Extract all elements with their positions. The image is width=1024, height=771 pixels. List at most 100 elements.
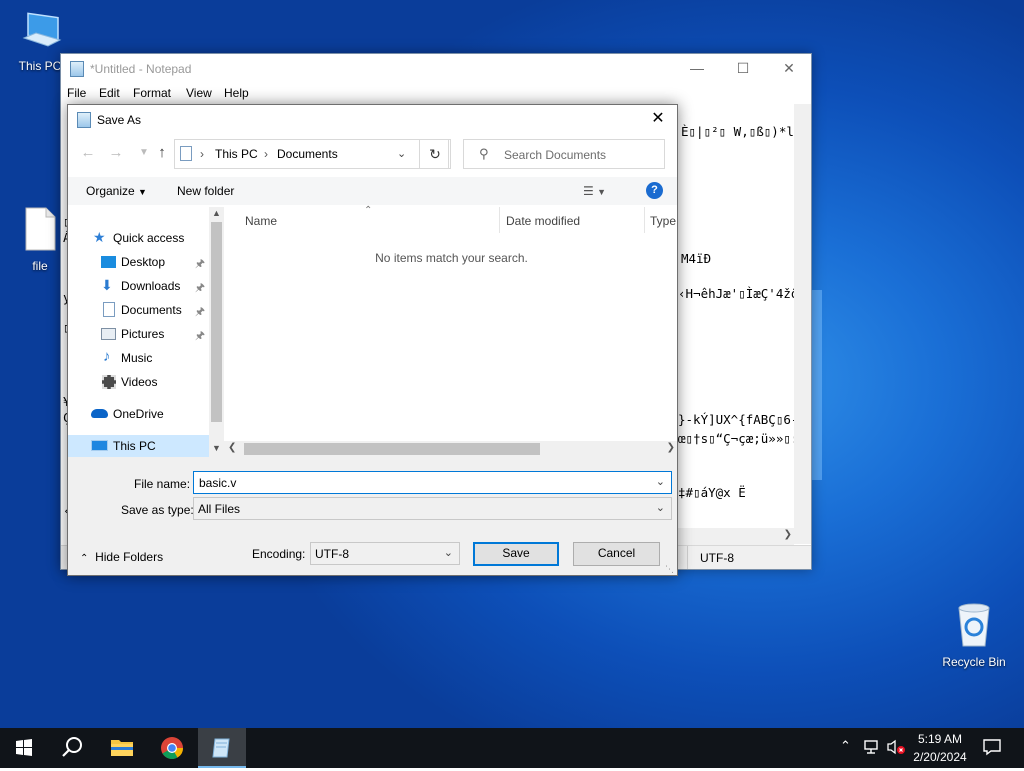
menu-view[interactable]: View [186,86,212,100]
file-list[interactable]: Name ⌃ Date modified Type No items match… [224,205,677,457]
up-arrow-icon[interactable]: ↑ [152,144,172,164]
cancel-button[interactable]: Cancel [573,542,660,566]
sort-ascending-icon: ⌃ [364,205,373,216]
clock-time[interactable]: 5:19 AM [912,732,968,746]
start-button[interactable] [0,728,48,768]
breadcrumb-documents[interactable]: Documents [277,147,338,161]
menu-help[interactable]: Help [224,86,249,100]
dialog-title-bar[interactable]: Save As ✕ [68,105,677,133]
nav-item-this-pc[interactable]: This PC [68,435,209,457]
search-icon [62,737,82,757]
column-type[interactable]: Type [650,214,676,228]
search-box[interactable]: ⚲ Search Documents [463,139,665,169]
desktop-icon-recycle-bin[interactable]: Recycle Bin [936,600,1012,669]
menu-file[interactable]: File [67,86,86,100]
save-as-dialog[interactable]: Save As ✕ ← → ▼ ↑ › This PC › Documents … [67,104,678,576]
breadcrumb-this-pc[interactable]: This PC [215,147,258,161]
taskbar: ⌃ 5:19 AM 2/20/2024 [0,728,1024,768]
nav-item-label: OneDrive [113,407,164,421]
column-header-row: Name ⌃ Date modified Type [224,205,677,233]
network-icon[interactable] [862,739,880,758]
notepad-icon [212,738,230,758]
navigation-row: ← → ▼ ↑ › This PC › Documents ⌄ ↻ ⚲ Sear… [68,139,677,169]
file-name-field[interactable]: basic.v ⌄ [193,471,672,494]
nav-item-downloads[interactable]: ⬇ Downloads 🖈 [68,275,209,297]
chevron-down-icon[interactable]: ⌄ [397,147,406,160]
menu-format[interactable]: Format [133,86,171,100]
refresh-button[interactable]: ↻ [419,139,451,169]
organize-button[interactable]: Organize ▼ [86,184,147,198]
hide-folders-button[interactable]: ⌃ Hide Folders [80,550,163,564]
column-date-modified[interactable]: Date modified [506,214,580,228]
view-options-icon[interactable]: ☰ ▼ [583,184,606,198]
dialog-footer: File name: basic.v ⌄ Save as type: All F… [68,457,677,575]
documents-location-icon [180,146,192,161]
recent-locations-chevron-icon[interactable]: ▼ [134,144,154,164]
notifications-icon[interactable] [982,738,1002,759]
chevron-down-icon[interactable]: ⌄ [656,475,665,488]
search-button[interactable] [48,728,96,768]
clock-date[interactable]: 2/20/2024 [910,750,970,764]
document-icon [103,302,115,317]
nav-item-label: This PC [113,439,156,453]
computer-icon [2,8,78,55]
nav-item-label: Desktop [121,255,166,269]
nav-item-quick-access[interactable]: ★ Quick access [68,227,209,249]
address-bar[interactable]: › This PC › Documents ⌄ [174,139,449,169]
scroll-right-icon[interactable]: ❯ [667,442,675,453]
scroll-right-icon[interactable]: ❯ [784,529,792,540]
chrome-button[interactable] [148,728,196,768]
text-line: œ▯†s▯“Ç¬çæ;ü»»▯: [678,431,796,446]
notepad-title-bar[interactable]: *Untitled - Notepad — ☐ ✕ [61,54,811,84]
pin-icon: 🖈 [194,330,205,342]
maximize-icon[interactable]: ☐ [720,54,766,84]
volume-muted-icon[interactable] [886,739,906,758]
empty-folder-message: No items match your search. [375,251,528,265]
navigation-pane-scrollbar[interactable]: ▲ ▼ [209,207,224,457]
download-arrow-icon: ⬇ [101,277,113,293]
nav-item-documents[interactable]: Documents 🖈 [68,299,209,321]
desktop-icon-label: Recycle Bin [942,655,1006,669]
resize-grip-icon[interactable]: ⋱ [665,564,674,575]
breadcrumb-separator-icon: › [264,147,268,161]
file-list-horizontal-scrollbar[interactable]: ❮ ❯ [224,441,677,457]
nav-item-music[interactable]: ♪ Music [68,347,209,369]
minimize-icon[interactable]: — [674,54,720,84]
nav-item-videos[interactable]: Videos [68,371,209,393]
wallpaper-light-beam [812,290,822,480]
nav-item-desktop[interactable]: Desktop 🖈 [68,251,209,273]
back-arrow-icon[interactable]: ← [78,144,98,164]
scroll-up-icon[interactable]: ▲ [212,208,221,218]
encoding-select[interactable]: UTF-8 ⌄ [310,542,460,565]
chevron-down-icon: ⌄ [655,502,665,514]
close-icon[interactable]: ✕ [647,109,669,131]
command-bar: Organize ▼ New folder ☰ ▼ ? [68,177,677,205]
nav-item-pictures[interactable]: Pictures 🖈 [68,323,209,345]
notepad-taskbar-button[interactable] [198,728,246,768]
scrollbar-thumb[interactable] [211,222,222,422]
scroll-left-icon[interactable]: ❮ [228,442,236,453]
file-name-label: File name: [134,477,191,491]
new-folder-button[interactable]: New folder [177,184,234,198]
forward-arrow-icon[interactable]: → [106,144,126,164]
nav-item-onedrive[interactable]: OneDrive [68,403,209,425]
menu-edit[interactable]: Edit [99,86,120,100]
notepad-vertical-scrollbar[interactable] [794,104,811,561]
column-divider[interactable] [499,207,500,233]
column-divider[interactable] [644,207,645,233]
scroll-down-icon[interactable]: ▼ [212,443,221,453]
show-hidden-icons-chevron-icon[interactable]: ⌃ [840,738,851,754]
encoding-value: UTF-8 [315,547,349,561]
save-as-type-select[interactable]: All Files ⌄ [193,497,672,520]
pin-icon: 🖈 [194,282,205,294]
pin-icon: 🖈 [194,306,205,318]
file-explorer-button[interactable] [98,728,146,768]
save-button[interactable]: Save [473,542,559,566]
close-icon[interactable]: ✕ [766,54,811,84]
scrollbar-thumb[interactable] [244,443,540,455]
notepad-horizontal-scrollbar[interactable]: ❯ [677,528,794,545]
column-name[interactable]: Name [245,214,277,228]
pin-icon: 🖈 [194,258,205,270]
help-icon[interactable]: ? [646,182,663,199]
windows-logo-icon [16,739,32,756]
